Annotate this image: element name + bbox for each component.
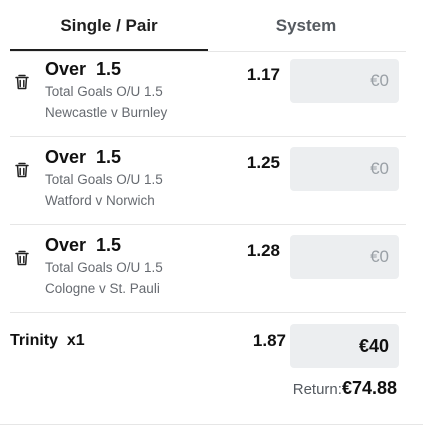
trash-icon[interactable] — [13, 73, 31, 91]
combo-stake-input[interactable]: €40 — [290, 324, 399, 368]
bet-divider — [10, 312, 406, 313]
stake-input[interactable]: €0 — [290, 147, 399, 191]
tabs-divider — [10, 51, 406, 52]
return-label: Return: — [292, 381, 342, 398]
bet-market-type: Total Goals O/U 1.5 — [45, 260, 163, 275]
bet-market: Over 1.5 — [45, 147, 122, 167]
bet-market: Over 1.5 — [45, 235, 122, 255]
bet-divider — [10, 136, 406, 137]
potential-return: Return: €74.88 — [293, 378, 397, 399]
tab-single-pair[interactable]: Single / Pair — [10, 0, 208, 52]
stake-input[interactable]: €0 — [290, 235, 399, 279]
return-value: €74.88 — [341, 378, 397, 398]
bottom-divider — [0, 424, 423, 425]
bet-event: Newcastle v Burnley — [45, 105, 168, 120]
bet-item: Over 1.5 Total Goals O/U 1.5 Watford v N… — [0, 147, 410, 235]
bet-market: Over 1.5 — [45, 59, 122, 79]
bet-odds: 1.17 — [246, 65, 280, 84]
trash-icon[interactable] — [13, 249, 31, 267]
tab-system[interactable]: System — [208, 0, 404, 52]
trash-icon[interactable] — [13, 161, 31, 179]
bet-event: Watford v Norwich — [45, 193, 155, 208]
bet-odds: 1.25 — [246, 153, 280, 172]
combo-odds: 1.87 — [252, 331, 286, 350]
bet-market-type: Total Goals O/U 1.5 — [45, 84, 163, 99]
bet-divider — [10, 224, 406, 225]
bet-item: Over 1.5 Total Goals O/U 1.5 Cologne v S… — [0, 235, 410, 323]
bet-odds: 1.28 — [246, 241, 280, 260]
bet-item: Over 1.5 Total Goals O/U 1.5 Newcastle v… — [0, 59, 410, 147]
bet-event: Cologne v St. Pauli — [45, 281, 160, 296]
stake-input[interactable]: €0 — [290, 59, 399, 103]
bet-market-type: Total Goals O/U 1.5 — [45, 172, 163, 187]
bet-type-tabs: Single / Pair System — [0, 0, 410, 52]
combo-label: Trinity x1 — [10, 332, 85, 349]
